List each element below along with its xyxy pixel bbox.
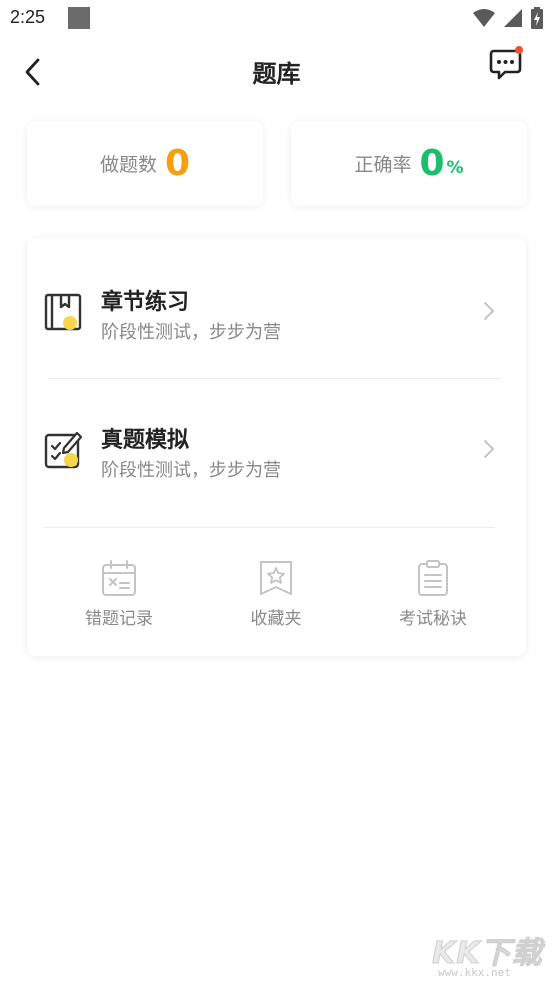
chapter-practice-subtitle: 阶段性测试，步步为营 bbox=[101, 322, 281, 343]
status-bar: 2:25 bbox=[0, 0, 553, 38]
calendar-x-icon bbox=[102, 560, 136, 596]
chapter-practice-item[interactable]: 章节练习 阶段性测试，步步为营 bbox=[27, 246, 526, 376]
questions-done-card: 做题数 0 bbox=[27, 121, 263, 206]
chat-bubble-icon bbox=[489, 46, 523, 80]
app-header: 题库 bbox=[0, 40, 553, 104]
wrong-questions-label: 错题记录 bbox=[85, 609, 153, 629]
signal-icon bbox=[504, 9, 522, 27]
exam-simulation-subtitle: 阶段性测试，步步为营 bbox=[101, 460, 281, 481]
favorites-label: 收藏夹 bbox=[250, 609, 302, 629]
star-bookmark-icon bbox=[260, 561, 292, 595]
wifi-icon bbox=[473, 9, 495, 27]
exam-simulation-item[interactable]: 真题模拟 阶段性测试，步步为营 bbox=[27, 384, 526, 514]
checklist-pen-icon bbox=[44, 431, 83, 469]
questions-done-label: 做题数 bbox=[99, 154, 157, 176]
clipboard-icon bbox=[418, 560, 448, 596]
chevron-right-icon bbox=[484, 302, 494, 320]
chevron-right-icon bbox=[484, 440, 494, 458]
accuracy-value: 0 bbox=[419, 142, 445, 184]
notification-square-icon bbox=[68, 7, 90, 29]
exam-tips-label: 考试秘诀 bbox=[399, 609, 467, 629]
chapter-practice-title: 章节练习 bbox=[101, 290, 190, 315]
practice-card: 章节练习 阶段性测试，步步为营 真题模拟 阶段性测试，步步为营 错题记录 收藏夹… bbox=[27, 238, 526, 656]
exam-simulation-title: 真题模拟 bbox=[101, 428, 190, 453]
accuracy-unit: % bbox=[446, 157, 464, 178]
questions-done-value: 0 bbox=[164, 142, 191, 184]
divider bbox=[47, 378, 501, 379]
page-title: 题库 bbox=[252, 60, 301, 88]
status-time: 2:25 bbox=[10, 7, 46, 27]
watermark-logo: KK下载 www.kkx.net bbox=[432, 928, 550, 982]
accuracy-label: 正确率 bbox=[354, 154, 412, 176]
message-button[interactable] bbox=[486, 44, 526, 84]
divider bbox=[43, 527, 495, 528]
wrong-questions-button[interactable]: 错题记录 bbox=[59, 558, 179, 638]
favorites-button[interactable]: 收藏夹 bbox=[216, 558, 336, 638]
tools-row: 错题记录 收藏夹 考试秘诀 bbox=[27, 548, 526, 638]
book-icon bbox=[44, 293, 82, 331]
watermark-url: www.kkx.net bbox=[438, 966, 511, 979]
exam-tips-button[interactable]: 考试秘诀 bbox=[373, 558, 493, 638]
notification-dot bbox=[515, 46, 523, 54]
status-icons bbox=[473, 6, 543, 30]
accuracy-card: 正确率 0 % bbox=[291, 121, 527, 206]
battery-icon bbox=[531, 7, 543, 29]
